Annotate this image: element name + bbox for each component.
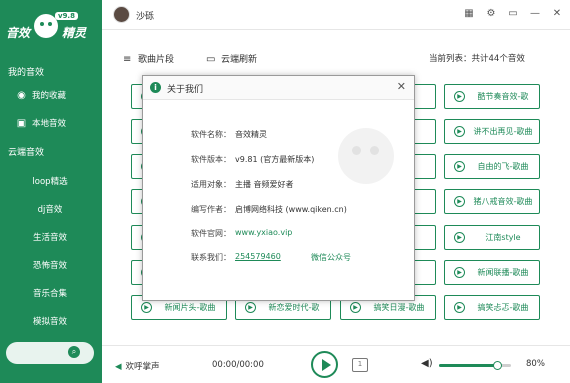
version-badge: v9.8 <box>55 12 78 20</box>
sound-button[interactable]: ▶ 猪八戒音效-歌曲 <box>444 189 540 214</box>
dialog-close-icon[interactable]: ✕ <box>397 81 406 93</box>
volume-percent: 80% <box>526 359 545 369</box>
section-cloud-sounds: 云端音效 <box>8 148 45 158</box>
play-circle-icon: ▶ <box>454 91 465 102</box>
media-box-icon: ▣ <box>16 118 27 129</box>
info-row-author: 编写作者： 启博网络科技 (www.qiken.cn) <box>191 205 347 214</box>
dialog-header: i 关于我们 ✕ <box>143 76 414 100</box>
play-circle-icon: ▶ <box>454 126 465 137</box>
sound-label: 酷节奏音效-歌 <box>477 92 529 101</box>
mascot-watermark-icon <box>338 128 394 184</box>
sidebar-item-dj[interactable]: dj音效 <box>0 199 102 221</box>
clips-button[interactable]: ≡ 歌曲片段 <box>123 52 174 65</box>
player-bar: ◀ 欢呼掌声 00:00/00:00 1 ◀) 80% <box>102 345 570 383</box>
website-link[interactable]: www.yxiao.vip <box>235 228 292 237</box>
volume-icon[interactable]: ◀) <box>421 358 433 369</box>
info-row-contact: 联系我们： 254579460 微信公众号 <box>191 252 351 262</box>
info-row-target: 适用对象： 主播 音频爱好者 <box>191 180 294 189</box>
sidebar-item-life[interactable]: 生活音效 <box>0 227 102 249</box>
info-icon: i <box>150 82 161 93</box>
logo-text-left: 音效 <box>6 26 31 40</box>
search-input[interactable]: ⌕ <box>6 342 94 364</box>
info-row-version: 软件版本： v9.81 (官方最新版本) <box>191 155 315 164</box>
play-circle-icon: ▶ <box>454 302 465 313</box>
sidebar-item-loop[interactable]: loop精选 <box>0 171 102 193</box>
disc-icon: ◉ <box>17 90 26 101</box>
play-circle-icon: ▶ <box>454 196 465 207</box>
sidebar-item-simulate[interactable]: 模拟音效 <box>0 311 102 333</box>
volume-slider[interactable] <box>439 361 511 370</box>
avatar[interactable] <box>113 6 130 23</box>
monitor-icon: ▭ <box>206 54 216 65</box>
contact-qq-link[interactable]: 254579460 <box>235 252 281 261</box>
close-icon[interactable]: ✕ <box>551 8 563 20</box>
sidebar-item-favorites[interactable]: ◉ 我的收藏 <box>0 85 102 107</box>
info-row-name: 软件名称： 音效精灵 <box>191 130 267 139</box>
app-logo: 音效 v9.8 精灵 <box>6 10 98 44</box>
current-list-count: 当前列表：共计44个音效 <box>429 54 525 64</box>
dialog-title: 关于我们 <box>167 85 204 95</box>
sound-button[interactable]: ▶ 新闻联播-歌曲 <box>444 260 540 285</box>
now-playing: ◀ 欢呼掌声 <box>115 362 160 372</box>
username[interactable]: 沙砾 <box>136 9 154 22</box>
play-circle-icon: ▶ <box>454 161 465 172</box>
minimize-icon[interactable]: — <box>529 8 541 20</box>
sound-label: 新闻联播-歌曲 <box>477 268 529 277</box>
playback-time: 00:00/00:00 <box>212 360 264 370</box>
play-button[interactable] <box>311 351 338 378</box>
settings-icon[interactable]: ⚙ <box>485 8 497 20</box>
sidebar: 音效 v9.8 精灵 我的音效 ◉ 我的收藏 ▣ 本地音效 云端音效 loop精… <box>0 0 102 383</box>
skin-icon[interactable]: ▦ <box>463 8 475 20</box>
sidebar-item-local[interactable]: ▣ 本地音效 <box>0 113 102 135</box>
minimize-window-icon[interactable]: ▭ <box>507 8 519 20</box>
sound-button[interactable]: ▶ 自由的飞-歌曲 <box>444 154 540 179</box>
info-row-website: 软件官网： www.yxiao.vip <box>191 228 293 238</box>
loop-mode-icon[interactable]: 1 <box>352 358 368 372</box>
play-icon <box>322 359 331 371</box>
volume-handle[interactable] <box>492 361 502 370</box>
play-circle-icon: ▶ <box>245 302 256 313</box>
sound-label: 猪八戒音效-歌曲 <box>473 197 533 206</box>
sound-label: 搞笑忐忑-歌曲 <box>477 303 529 312</box>
volume-fill <box>439 364 497 367</box>
sound-button[interactable]: ▶ 江南style <box>444 225 540 250</box>
logo-text-right: 精灵 <box>62 26 87 40</box>
sound-button[interactable]: ▶ 酷节奏音效-歌 <box>444 84 540 109</box>
sidebar-item-label: 本地音效 <box>32 119 67 129</box>
top-bar: 沙砾 ▦ ⚙ ▭ — ✕ <box>102 0 570 30</box>
play-circle-icon: ▶ <box>454 232 465 243</box>
list-music-icon: ≡ <box>123 54 132 65</box>
sound-label: 讲不出再见-歌曲 <box>473 127 533 136</box>
sound-button[interactable]: ▶ 讲不出再见-歌曲 <box>444 119 540 144</box>
section-my-sounds: 我的音效 <box>8 68 45 78</box>
sidebar-item-horror[interactable]: 恐怖音效 <box>0 255 102 277</box>
sidebar-item-music[interactable]: 音乐合集 <box>0 283 102 305</box>
cloud-refresh-button[interactable]: ▭ 云端刷新 <box>206 52 257 65</box>
about-dialog: i 关于我们 ✕ 软件名称： 音效精灵 软件版本： v9.81 (官方最新版本) 适… <box>142 75 415 301</box>
search-icon[interactable]: ⌕ <box>68 346 80 358</box>
sound-button[interactable]: ▶ 搞笑忐忑-歌曲 <box>444 295 540 320</box>
sound-label: 江南style <box>485 233 521 242</box>
speaker-icon: ◀ <box>115 362 122 372</box>
play-circle-icon: ▶ <box>454 267 465 278</box>
play-circle-icon: ▶ <box>141 302 152 313</box>
wechat-link[interactable]: 微信公众号 <box>311 252 351 263</box>
sidebar-item-label: 我的收藏 <box>32 91 67 101</box>
sound-label: 自由的飞-歌曲 <box>477 162 529 171</box>
play-circle-icon: ▶ <box>350 302 361 313</box>
